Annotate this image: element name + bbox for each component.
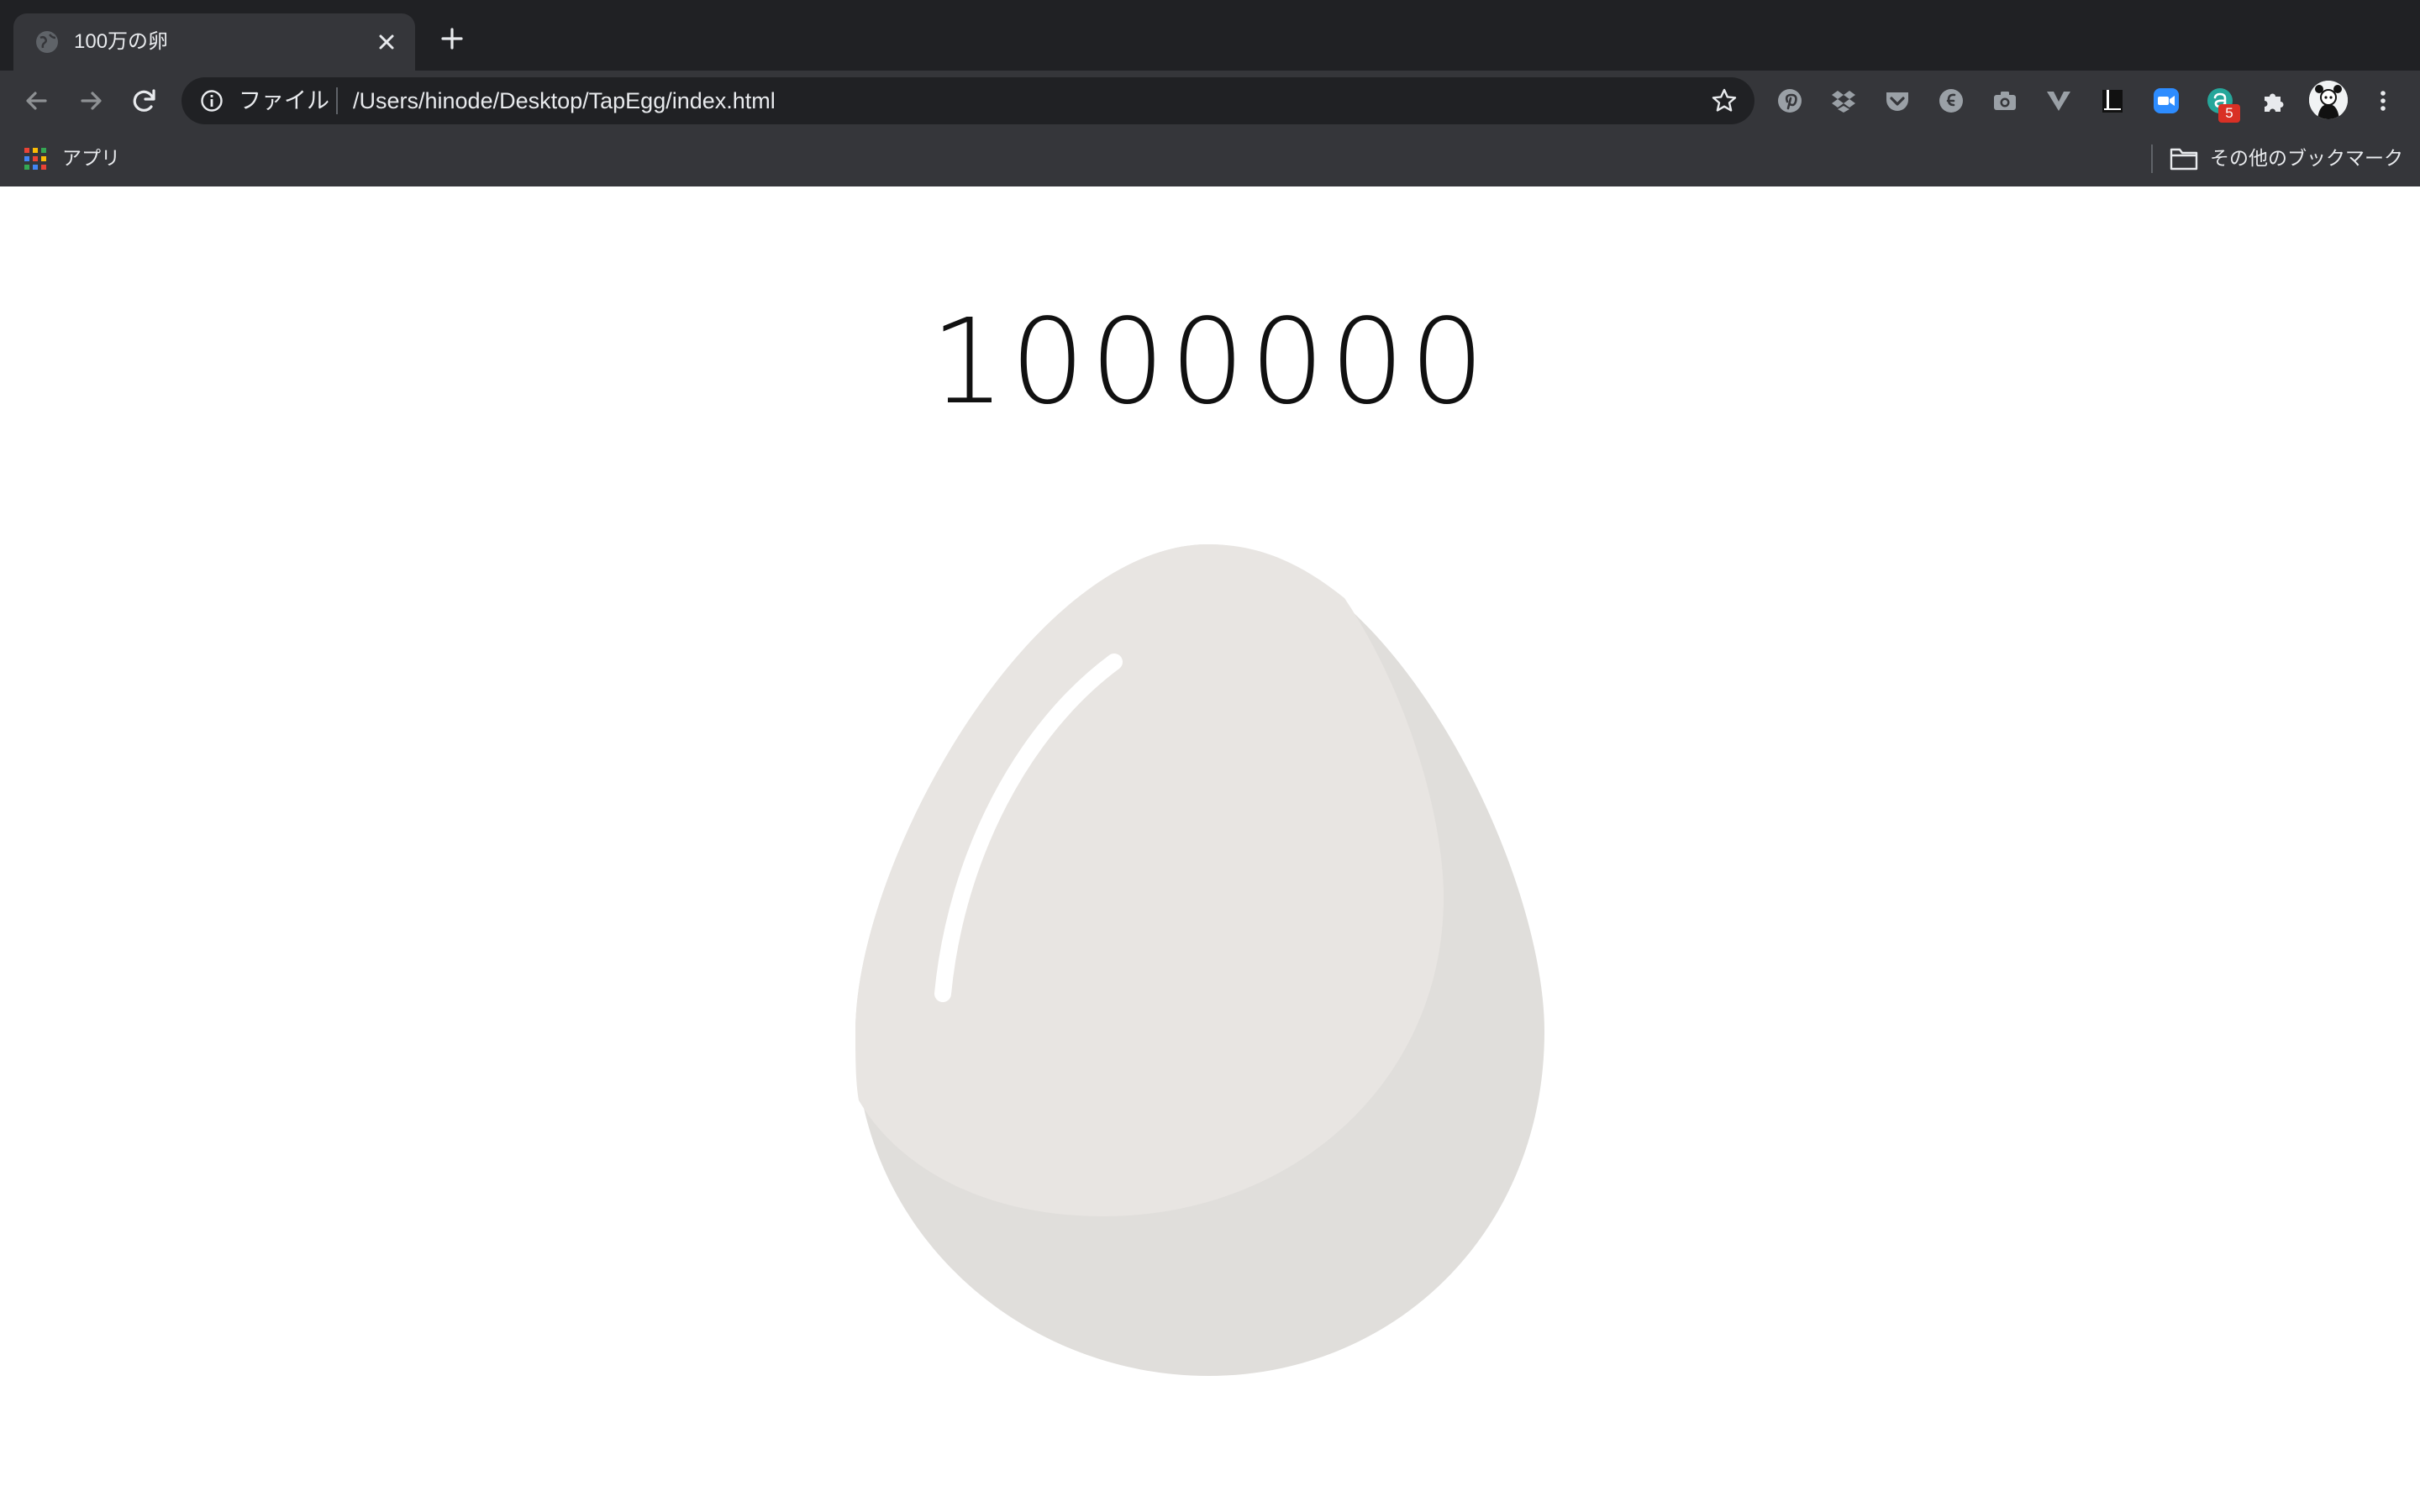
browser-window: 100万の卵 ファイル /Users/hinode/Desktop/TapEgg…: [0, 0, 2420, 1512]
pocket-icon[interactable]: [1882, 86, 1912, 116]
zoom-video-icon[interactable]: [2151, 86, 2181, 116]
info-icon[interactable]: [198, 87, 225, 114]
apps-grid-icon[interactable]: [24, 147, 47, 171]
tab-strip: 100万の卵: [0, 0, 2420, 71]
more-menu-icon[interactable]: [2368, 86, 2398, 116]
other-bookmarks-label[interactable]: その他のブックマーク: [2210, 144, 2403, 172]
tab-title: 100万の卵: [74, 30, 169, 53]
tap-counter: 1000000: [930, 294, 1490, 431]
egg-button[interactable]: [855, 544, 1561, 1376]
bookmarks-divider: [2151, 144, 2153, 173]
dropbox-icon[interactable]: [1828, 86, 1859, 116]
back-arrow-icon[interactable]: [17, 81, 57, 121]
avatar[interactable]: [2309, 81, 2348, 119]
extension-badge: 5: [2218, 104, 2240, 123]
apps-bookmark-label[interactable]: アプリ: [62, 144, 120, 172]
camera-icon[interactable]: [1990, 86, 2020, 116]
browser-toolbar: ファイル /Users/hinode/Desktop/TapEgg/index.…: [0, 71, 2420, 131]
evernote-icon[interactable]: [1936, 86, 1966, 116]
globe-icon: [36, 31, 58, 53]
bookmark-book-icon[interactable]: [2097, 86, 2128, 116]
puzzle-icon[interactable]: [2259, 86, 2289, 116]
vivaldi-v-icon[interactable]: [2044, 86, 2074, 116]
tab-active[interactable]: 100万の卵: [13, 13, 415, 71]
url-text[interactable]: /Users/hinode/Desktop/TapEgg/index.html: [353, 86, 776, 116]
page-viewport: 1000000: [0, 186, 2420, 1512]
bookmarks-bar: アプリ その他のブックマーク: [0, 131, 2420, 186]
url-separator: [336, 87, 338, 114]
bookmark-star-icon[interactable]: [1709, 86, 1739, 116]
new-tab-plus-icon[interactable]: [435, 22, 469, 55]
url-scheme-label: ファイル: [239, 88, 329, 113]
folder-icon[interactable]: [2170, 146, 2198, 171]
close-icon[interactable]: [370, 25, 403, 59]
profile-picture-icon: [2309, 81, 2348, 119]
address-bar[interactable]: ファイル /Users/hinode/Desktop/TapEgg/index.…: [182, 77, 1754, 124]
reload-icon[interactable]: [124, 81, 165, 121]
forward-arrow-icon[interactable]: [71, 81, 111, 121]
pinterest-icon[interactable]: [1775, 86, 1805, 116]
